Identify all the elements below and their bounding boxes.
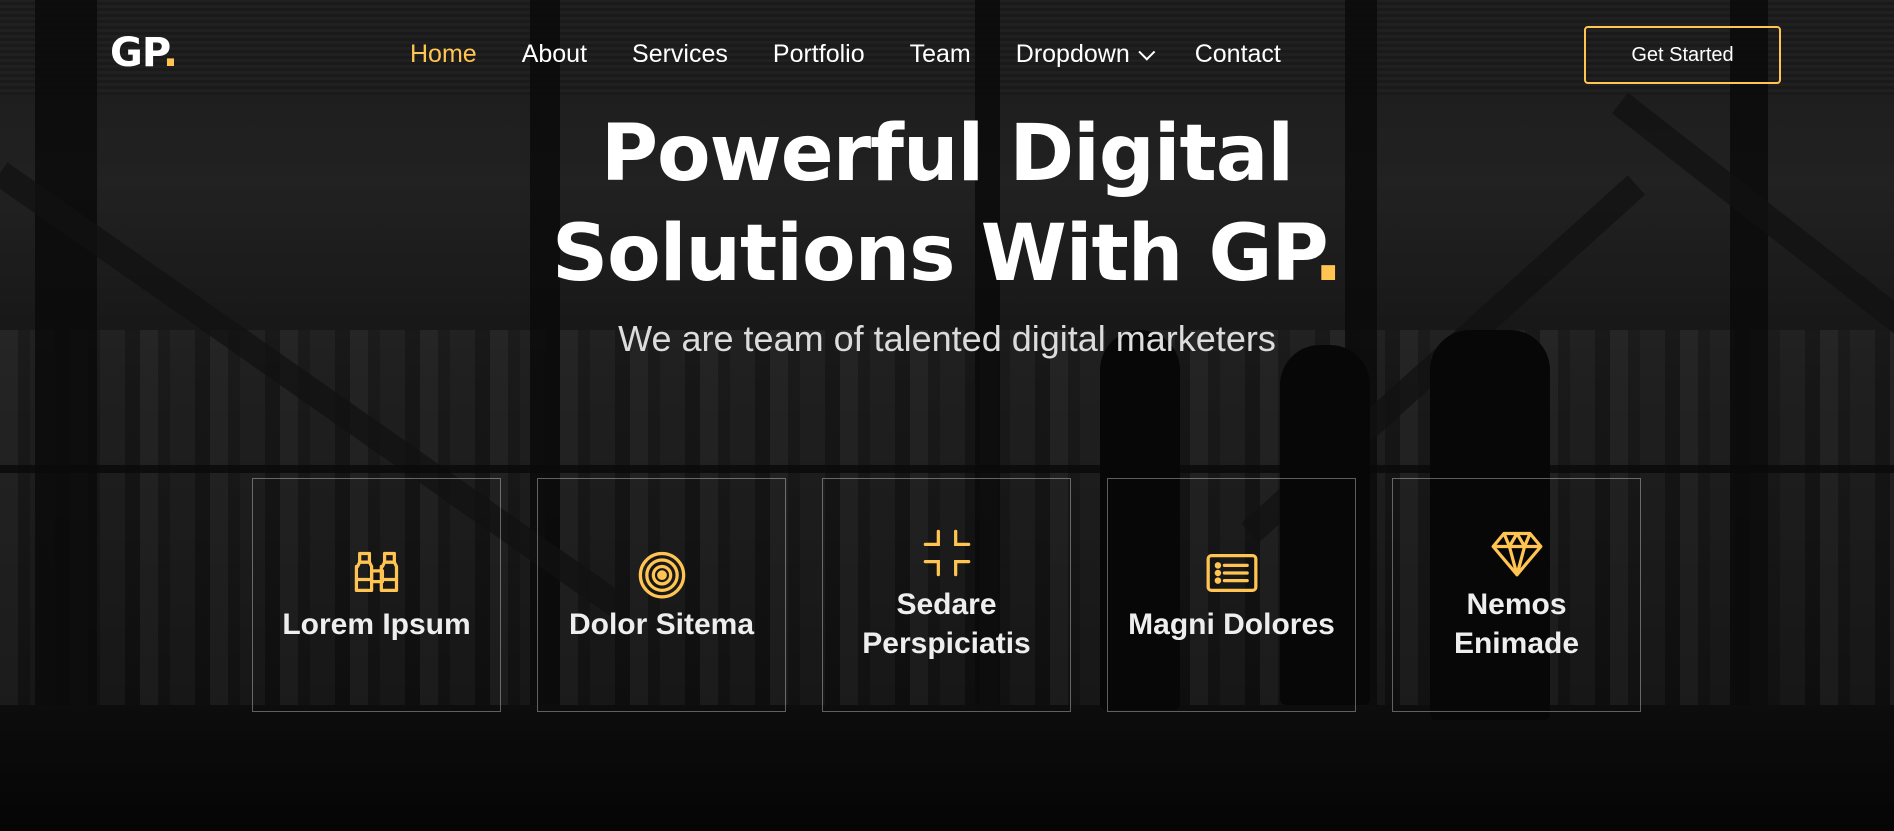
nav-item-team[interactable]: Team xyxy=(910,40,971,69)
feature-box[interactable]: Nemos Enimade xyxy=(1392,478,1641,712)
hero-title-dot: . xyxy=(1313,209,1343,299)
hero-title-line1: Powerful Digital xyxy=(600,109,1294,199)
bullseye-icon xyxy=(638,551,685,598)
feature-label: Magni Dolores xyxy=(1128,607,1335,641)
feature-label: Sedare Perspiciatis xyxy=(862,588,1031,660)
nav-item-dropdown[interactable]: Dropdown xyxy=(1015,40,1156,69)
nav-item-about[interactable]: About xyxy=(522,40,587,69)
nav-item-contact[interactable]: Contact xyxy=(1195,40,1281,69)
feature-box[interactable]: Magni Dolores xyxy=(1107,478,1356,712)
get-started-button[interactable]: Get Started xyxy=(1584,26,1781,84)
brand-name: GP xyxy=(110,30,164,76)
hero-subtitle: We are team of talented digital marketer… xyxy=(618,318,1276,359)
nav-item-home[interactable]: Home xyxy=(410,40,477,69)
feature-box[interactable]: Dolor Sitema xyxy=(537,478,786,712)
feature-box[interactable]: Lorem Ipsum xyxy=(252,478,501,712)
feature-label: Lorem Ipsum xyxy=(282,607,471,641)
nav-item-services[interactable]: Services xyxy=(632,40,728,69)
railing xyxy=(0,465,1894,473)
card-list-icon xyxy=(1206,553,1257,592)
feature-boxes: Lorem Ipsum Dolor Sitema Sedare Perspici… xyxy=(252,478,1677,712)
main-nav: Home About Services Portfolio Team Dropd… xyxy=(410,40,1326,69)
binoculars-icon xyxy=(354,551,398,592)
brand-dot: . xyxy=(162,30,178,76)
feature-box[interactable]: Sedare Perspiciatis xyxy=(822,478,1071,712)
nav-item-portfolio[interactable]: Portfolio xyxy=(773,40,865,69)
feature-label: Nemos Enimade xyxy=(1453,588,1580,660)
feature-label: Dolor Sitema xyxy=(568,607,755,641)
fullscreen-exit-icon xyxy=(923,529,970,577)
floor-backdrop xyxy=(0,705,1894,831)
hero-section: GP. Home About Services Portfolio Team D… xyxy=(0,0,1894,831)
hero-title-line2: Solutions With GP xyxy=(551,209,1314,299)
gem-icon xyxy=(1491,531,1542,577)
nav-item-dropdown-label: Dropdown xyxy=(1015,40,1130,68)
chevron-down-icon xyxy=(1138,43,1156,61)
hero-title: Powerful Digital Solutions With GP. xyxy=(0,104,1894,304)
brand-logo[interactable]: GP. xyxy=(110,30,178,76)
